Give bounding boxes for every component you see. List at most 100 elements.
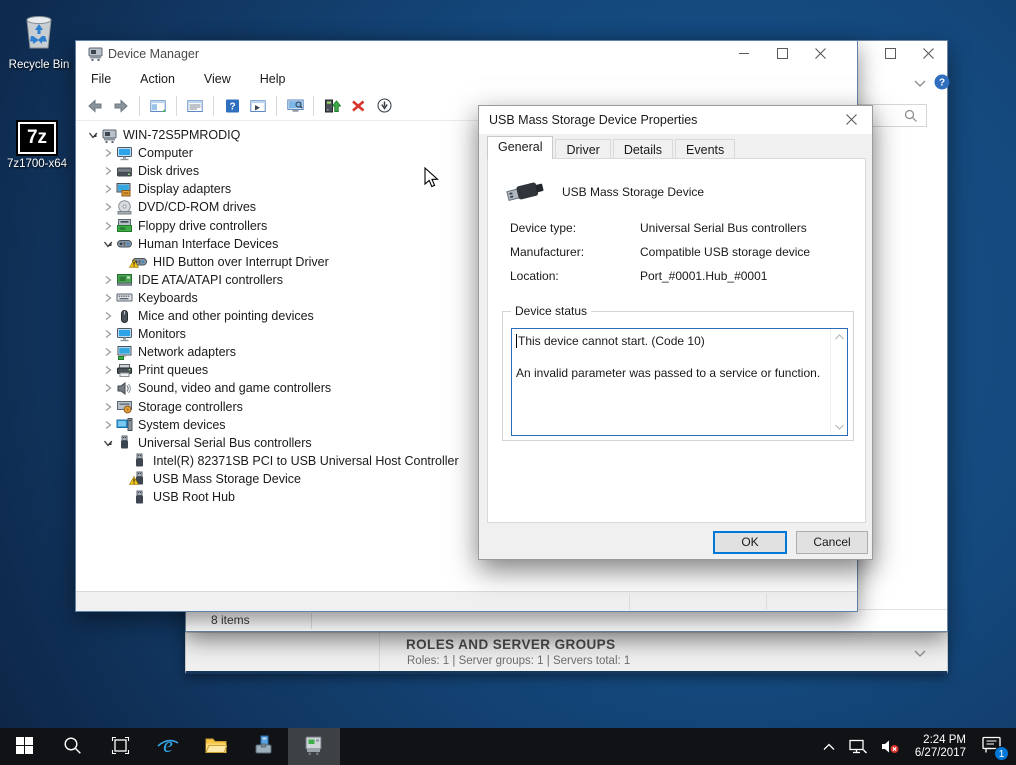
scrollbar[interactable] [830,329,847,435]
menu-help[interactable]: Help [249,69,297,89]
taskbar-app-start-icon[interactable] [0,728,48,765]
tree-expanded-chevron-icon[interactable] [101,239,115,249]
network-icon-tray[interactable] [849,739,867,754]
desktop-icon-recycle-bin[interactable]: Recycle Bin [2,6,76,71]
toolbar-update-driver-icon[interactable] [320,94,344,118]
tree-item[interactable]: Sound, video and game controllers [101,379,331,397]
dialog-titlebar[interactable]: USB Mass Storage Device Properties [479,106,872,134]
desktop-icon-7zip[interactable]: 7z 7z1700-x64 [0,120,74,170]
tree-collapsed-chevron-icon[interactable] [101,148,115,158]
tree-collapsed-chevron-icon[interactable] [101,293,115,303]
tree-item[interactable]: HID Button over Interrupt Driver [116,253,329,271]
tab-details[interactable]: Details [613,139,673,159]
ok-button[interactable]: OK [713,531,787,554]
tree-expanded-chevron-icon[interactable] [86,130,100,140]
close-button[interactable] [834,108,868,131]
field-label: Manufacturer: [510,245,640,259]
notification-badge: 1 [994,746,1009,761]
tree-item-label: Display adapters [138,182,231,196]
tree-collapsed-chevron-icon[interactable] [101,275,115,285]
tab-general[interactable]: General [487,136,553,159]
tree-item[interactable]: USB Mass Storage Device [116,470,301,488]
maximize-button[interactable] [763,41,801,65]
tab-events[interactable]: Events [675,139,735,159]
tree-item[interactable]: WIN-72S5PMRODIQ [86,126,240,144]
device-status-textarea[interactable]: This device cannot start. (Code 10) An i… [511,328,848,436]
tree-item[interactable]: DVD/CD-ROM drives [101,198,256,216]
taskbar-app-server-manager-icon[interactable] [240,728,288,765]
tray-chevron-up-icon[interactable] [823,743,835,751]
tree-collapsed-chevron-icon[interactable] [101,184,115,194]
taskbar-app-file-explorer-icon[interactable] [192,728,240,765]
tree-item[interactable]: USB Root Hub [116,488,235,506]
toolbar-show-properties-icon[interactable] [246,94,270,118]
ribbon-collapse-icon[interactable] [914,77,926,91]
tree-collapsed-chevron-icon[interactable] [101,166,115,176]
tree-item[interactable]: System devices [101,416,226,434]
tree-item[interactable]: Universal Serial Bus controllers [101,434,312,452]
tree-expanded-chevron-icon[interactable] [101,438,115,448]
tree-item-label: DVD/CD-ROM drives [138,200,256,214]
tree-item[interactable]: Monitors [101,325,186,343]
toolbar-export-list-icon[interactable] [183,94,207,118]
volume-muted-icon[interactable] [881,739,900,754]
tree-collapsed-chevron-icon[interactable] [101,329,115,339]
taskbar-clock[interactable]: 2:24 PM 6/27/2017 [915,734,966,760]
toolbar-uninstall-device-icon[interactable] [346,94,370,118]
toolbar-show-console-tree-icon[interactable] [146,94,170,118]
tree-item-label: Keyboards [138,291,198,305]
taskbar-app-task-view-icon[interactable] [96,728,144,765]
tree-item[interactable]: Mice and other pointing devices [101,307,314,325]
tree-item[interactable]: Human Interface Devices [101,235,278,253]
tree-item-label: Mice and other pointing devices [138,309,314,323]
menu-file[interactable]: File [80,69,122,89]
scroll-up-icon[interactable] [831,329,847,345]
taskbar-app-internet-explorer-icon[interactable]: e [144,728,192,765]
toolbar-disable-device-icon[interactable] [372,94,396,118]
tree-item[interactable]: Display adapters [101,180,231,198]
tree-item[interactable]: Print queues [101,361,208,379]
desktop-icon-label: 7z1700-x64 [0,158,74,170]
action-center-button[interactable]: 1 [982,736,1002,757]
cancel-button[interactable]: Cancel [796,531,868,554]
field-value: Port_#0001.Hub_#0001 [640,269,767,283]
toolbar-help-icon[interactable]: ? [220,94,244,118]
taskbar-app-device-manager-icon[interactable] [288,728,340,765]
tree-item[interactable]: Floppy drive controllers [101,217,267,235]
tree-collapsed-chevron-icon[interactable] [101,383,115,393]
help-icon[interactable]: ? [934,74,950,93]
server-manager-window[interactable]: ROLES AND SERVER GROUPS Roles: 1 | Serve… [185,632,948,674]
device-manager-titlebar[interactable]: Device Manager [76,41,857,67]
tree-collapsed-chevron-icon[interactable] [101,365,115,375]
tree-item[interactable]: IDE ATA/ATAPI controllers [101,271,283,289]
tree-collapsed-chevron-icon[interactable] [101,221,115,231]
tree-item[interactable]: Intel(R) 82371SB PCI to USB Universal Ho… [116,452,459,470]
file-explorer-statusbar: 8 items [186,609,947,631]
taskbar-app-search-icon[interactable] [48,728,96,765]
chevron-down-icon[interactable] [914,647,926,661]
minimize-button[interactable] [725,41,763,65]
tree-collapsed-chevron-icon[interactable] [101,402,115,412]
tab-driver[interactable]: Driver [555,139,610,159]
tree-item[interactable]: Disk drives [101,162,199,180]
tree-collapsed-chevron-icon[interactable] [101,420,115,430]
tree-item[interactable]: Keyboards [101,289,198,307]
tree-collapsed-chevron-icon[interactable] [101,347,115,357]
close-button[interactable] [801,41,839,65]
tree-collapsed-chevron-icon[interactable] [101,311,115,321]
toolbar-scan-hardware-icon[interactable] [283,94,307,118]
tree-collapsed-chevron-icon[interactable] [101,202,115,212]
warning-icon [129,474,139,488]
menu-view[interactable]: View [193,69,242,89]
close-button[interactable] [909,41,947,65]
device-name: USB Mass Storage Device [562,185,704,199]
scroll-down-icon[interactable] [831,419,847,435]
tree-item[interactable]: Storage controllers [101,398,243,416]
usb-icon [116,435,133,450]
toolbar-forward-icon[interactable] [109,94,133,118]
menu-action[interactable]: Action [129,69,186,89]
maximize-button[interactable] [871,41,909,65]
tree-item[interactable]: Computer [101,144,193,162]
toolbar-back-icon[interactable] [83,94,107,118]
tree-item[interactable]: Network adapters [101,343,236,361]
